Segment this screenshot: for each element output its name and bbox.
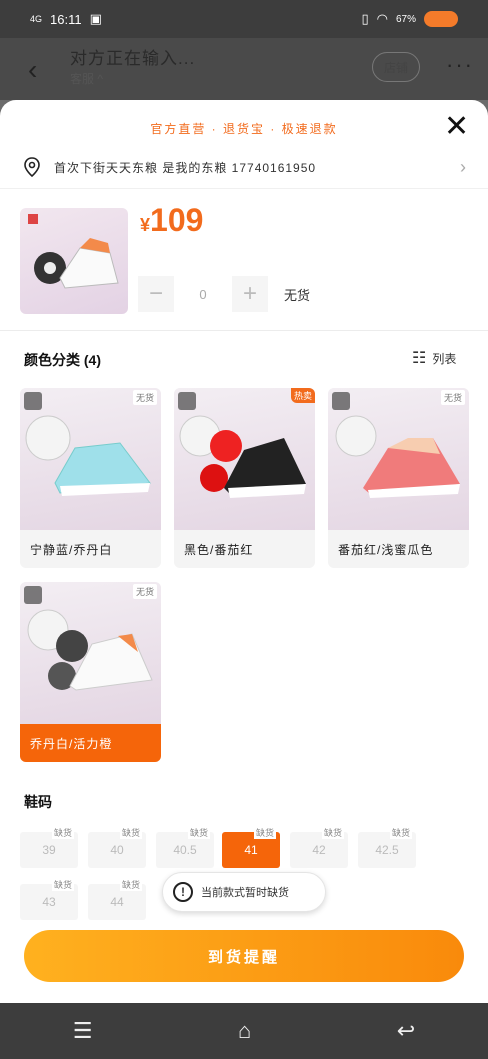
size-option[interactable]: 缺货 42 <box>290 826 348 868</box>
product-thumbnail[interactable] <box>20 208 128 314</box>
vibrate-icon: ▯ <box>361 11 369 26</box>
size-option[interactable]: 缺货 39 <box>20 826 78 868</box>
sneaker-image <box>25 415 151 496</box>
stock-status: 无货 <box>284 287 311 303</box>
location-pin-icon <box>24 157 40 177</box>
menu-icon[interactable]: ☰ <box>73 1018 93 1044</box>
clock: 16:11 <box>50 11 82 27</box>
close-icon[interactable]: ✕ <box>444 112 469 142</box>
quantity-stepper: − 0 + 无货 <box>138 276 310 312</box>
system-navigation-bar: ☰ ⌂ ↩ <box>0 1003 488 1059</box>
promo-banner: 官方直营 · 退货宝 · 极速退款 <box>150 122 338 136</box>
quantity-value: 0 <box>199 286 207 302</box>
stock-tag: 无货 <box>132 390 157 405</box>
chat-title: 对方正在输入... <box>70 49 196 68</box>
color-option-card[interactable]: 无货 乔丹白/活力橙 <box>20 582 161 762</box>
sneaker-image <box>335 415 460 498</box>
size-option[interactable]: 缺货 42.5 <box>358 826 416 868</box>
stock-tag: 缺货 <box>51 878 74 891</box>
increment-button[interactable]: + <box>232 276 268 312</box>
back-icon[interactable]: ↩ <box>397 1018 415 1044</box>
stock-tag: 缺货 <box>51 826 74 839</box>
price-value: 109 <box>150 202 204 238</box>
decrement-button[interactable]: − <box>138 276 174 312</box>
stock-tag: 无货 <box>440 390 465 405</box>
color-option-label: 黑色/番茄红 <box>184 542 254 557</box>
stock-tag: 缺货 <box>253 826 276 839</box>
size-label: 40 <box>110 843 124 857</box>
price-symbol: ¥ <box>140 215 151 235</box>
size-option-selected[interactable]: 缺货 41 <box>222 826 280 868</box>
status-bar: 4G 16:11 ▣ ▯ ◠ 67% <box>0 0 488 38</box>
chat-header: ‹ 对方正在输入... 客服 ^ 店铺 ··· <box>0 38 488 100</box>
hot-tag: 热卖 <box>290 388 315 403</box>
stock-tag: 缺货 <box>389 826 412 839</box>
expand-icon[interactable] <box>24 586 42 604</box>
size-label: 42 <box>312 843 326 857</box>
expand-icon[interactable] <box>24 392 42 410</box>
battery-percent: 67% <box>395 13 416 25</box>
list-view-label: 列表 <box>432 351 457 366</box>
home-icon[interactable]: ⌂ <box>238 1018 251 1044</box>
color-option-card[interactable]: 无货 番茄红/浅蜜瓜色 <box>328 388 469 568</box>
sneaker-image <box>179 415 306 498</box>
size-section-title: 鞋码 <box>24 794 52 810</box>
color-option-label: 宁静蓝/乔丹白 <box>30 542 113 557</box>
wifi-icon: ◠ <box>376 11 388 26</box>
list-view-toggle[interactable]: ☷ 列表 <box>412 348 456 368</box>
stock-tag: 缺货 <box>321 826 344 839</box>
stock-tag: 缺货 <box>119 878 142 891</box>
signal-indicator: 4G <box>30 14 43 24</box>
size-label: 43 <box>42 895 56 909</box>
stock-tag: 缺货 <box>187 826 210 839</box>
size-label: 40.5 <box>173 843 197 857</box>
color-option-label: 番茄红/浅蜜瓜色 <box>338 542 434 557</box>
address-text: 首次下街天天东粮 是我的东粮 17740161950 <box>54 160 317 175</box>
expand-icon[interactable] <box>332 392 350 410</box>
chevron-right-icon: › <box>460 156 466 177</box>
back-arrow-icon[interactable]: ‹ <box>28 56 37 84</box>
out-of-stock-toast: ! 当前款式暂时缺货 <box>162 872 326 912</box>
restock-reminder-button[interactable]: 到货提醒 <box>24 930 464 982</box>
color-option-label: 乔丹白/活力橙 <box>20 724 161 762</box>
size-label: 41 <box>244 843 258 857</box>
stock-tag: 缺货 <box>119 826 142 839</box>
size-label: 39 <box>42 843 56 857</box>
color-section-title: 颜色分类 (4) <box>24 352 101 368</box>
sneaker-image <box>28 214 119 289</box>
toast-text: 当前款式暂时缺货 <box>201 887 289 899</box>
chat-subtitle[interactable]: 客服 ^ <box>70 70 103 87</box>
list-icon: ☷ <box>412 350 427 367</box>
address-row[interactable]: 首次下街天天东粮 是我的东粮 17740161950 › <box>22 152 466 182</box>
color-option-card[interactable]: 无货 宁静蓝/乔丹白 <box>20 388 161 568</box>
size-option[interactable]: 缺货 40.5 <box>156 826 214 868</box>
expand-icon[interactable] <box>178 392 196 410</box>
battery-icon <box>424 11 458 27</box>
divider <box>0 330 488 331</box>
size-option[interactable]: 缺货 40 <box>88 826 146 868</box>
price: ¥109 <box>140 202 203 239</box>
size-option[interactable]: 缺货 43 <box>20 878 78 920</box>
stock-tag: 无货 <box>132 584 157 599</box>
sneaker-image <box>27 609 153 691</box>
shop-button[interactable]: 店铺 <box>372 52 420 82</box>
notification-icon: ▣ <box>89 11 102 26</box>
divider <box>0 188 488 189</box>
sku-picker-sheet: 官方直营 · 退货宝 · 极速退款 ✕ 首次下街天天东粮 是我的东粮 17740… <box>0 100 488 1003</box>
more-icon[interactable]: ··· <box>446 52 474 78</box>
warning-icon: ! <box>173 882 193 902</box>
size-label: 44 <box>110 895 124 909</box>
color-option-card[interactable]: 热卖 黑色/番茄红 <box>174 388 315 568</box>
size-label: 42.5 <box>375 843 399 857</box>
size-option[interactable]: 缺货 44 <box>88 878 146 920</box>
